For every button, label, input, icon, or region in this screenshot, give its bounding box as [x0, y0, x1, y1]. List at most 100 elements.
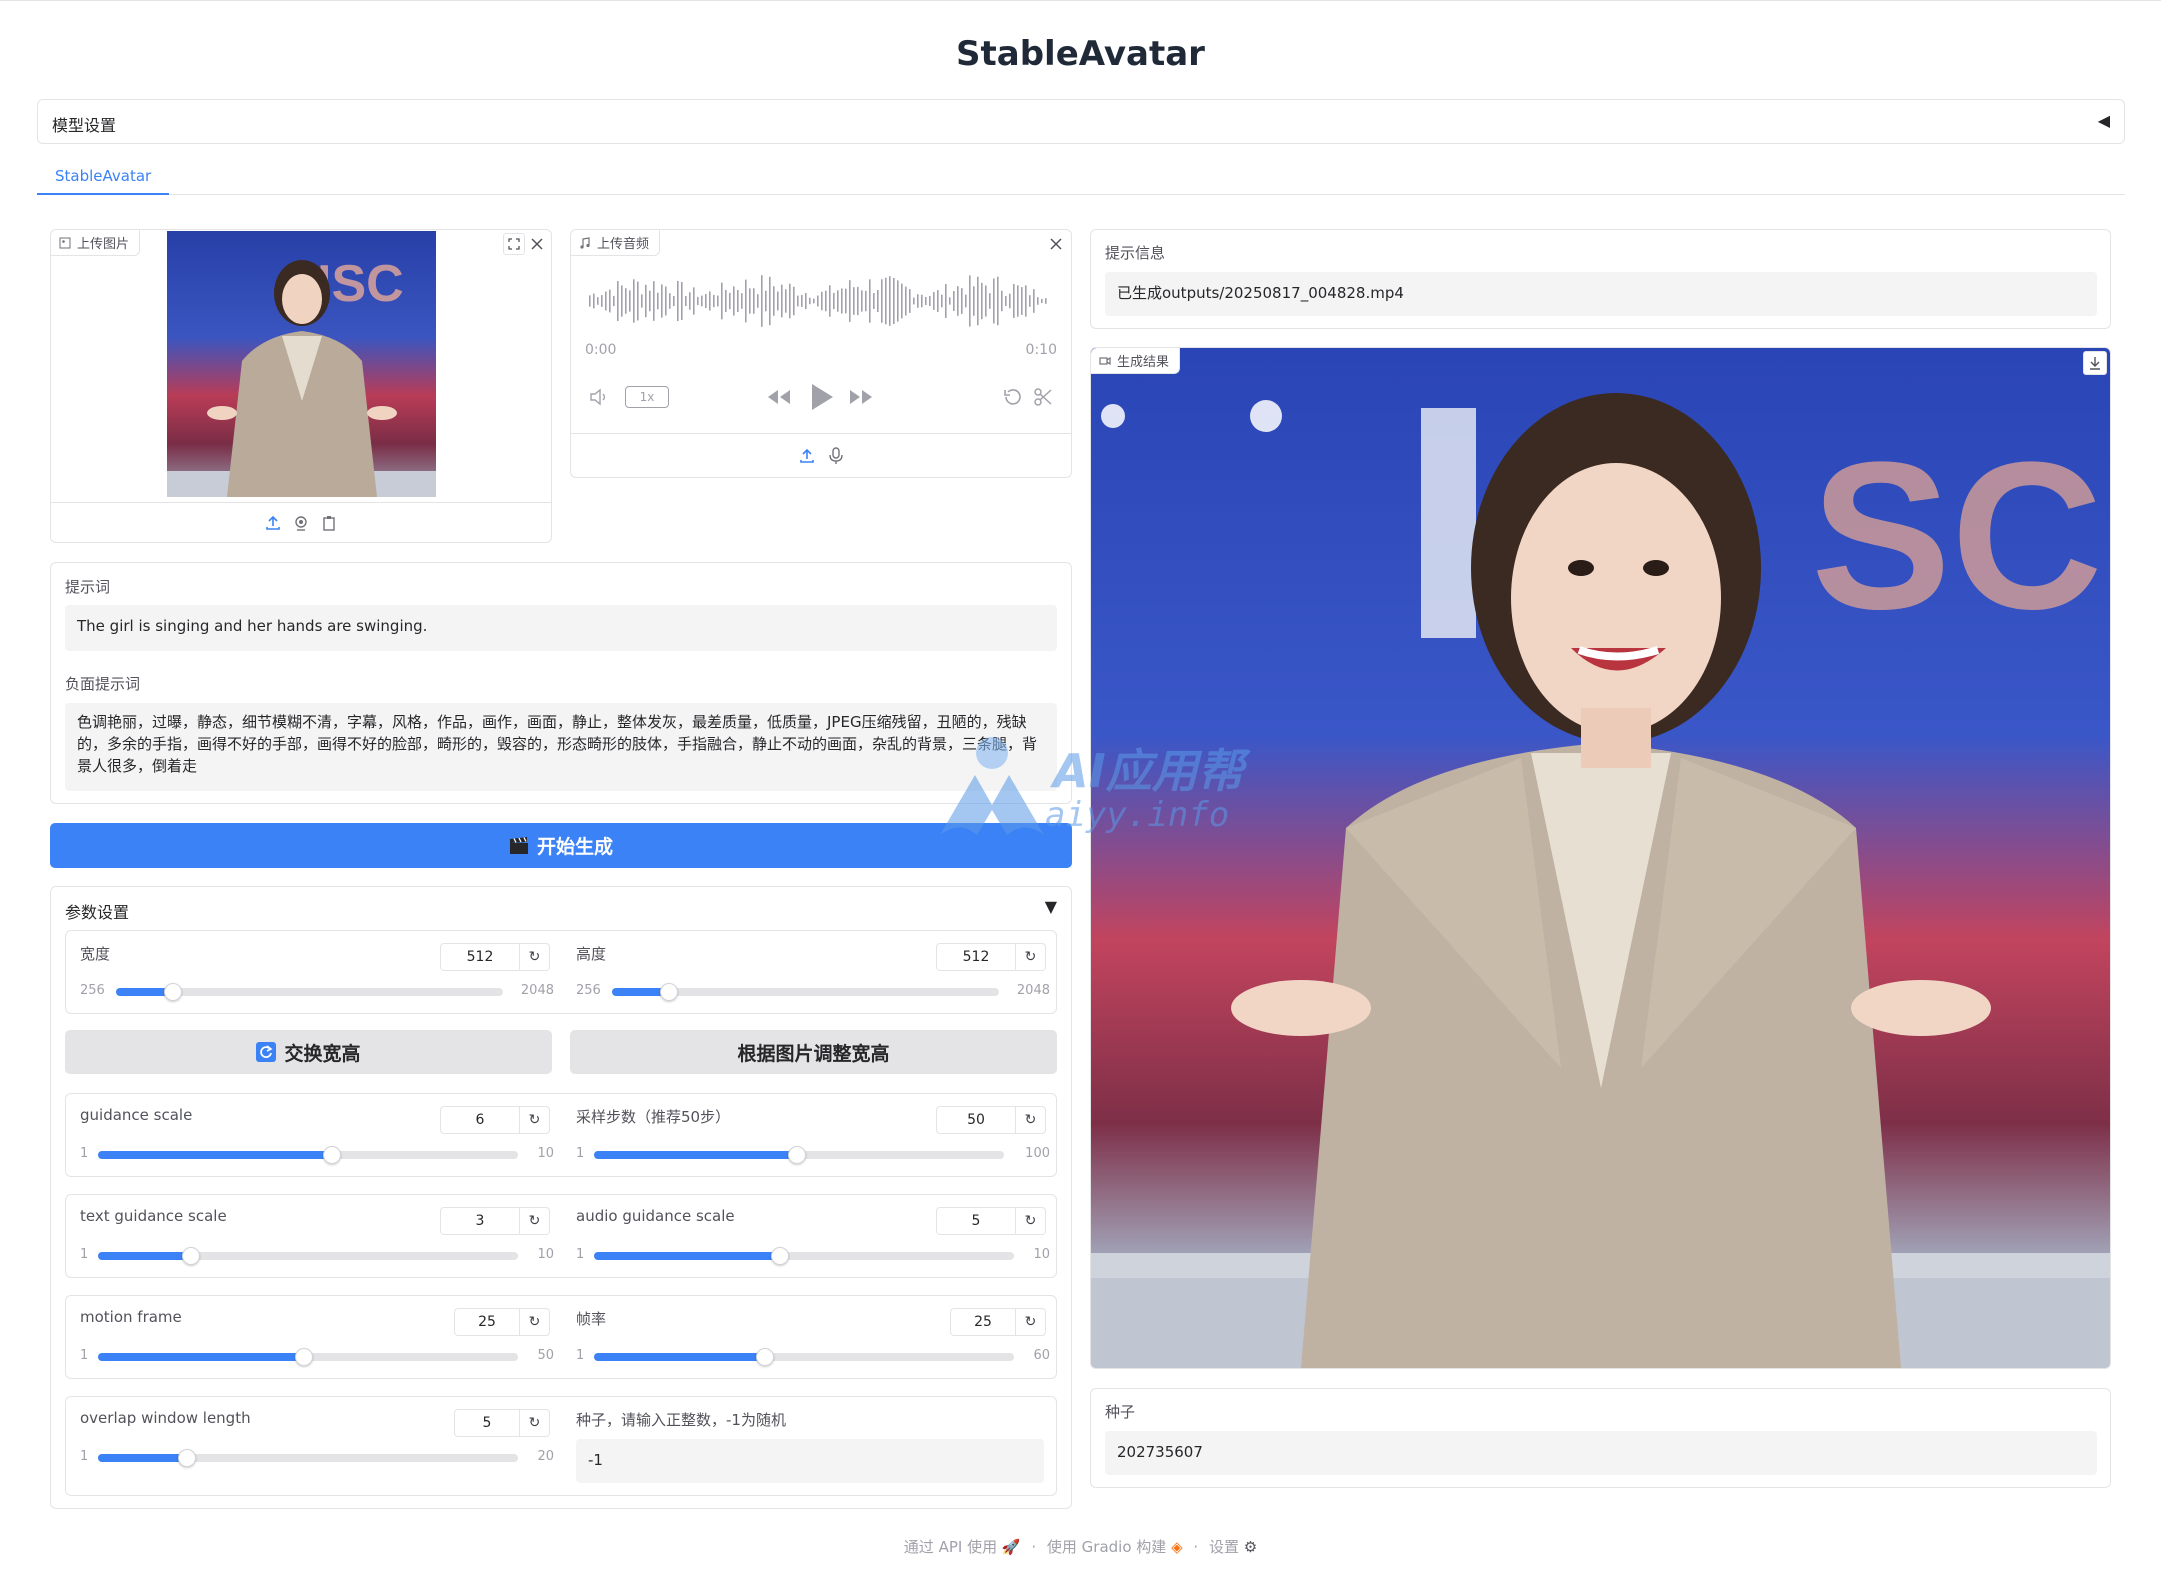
- guidance-input[interactable]: 6 ↻: [440, 1106, 550, 1134]
- clipboard-icon[interactable]: [321, 515, 337, 531]
- watermark-line2: aiyy.info: [1045, 795, 1230, 835]
- microphone-icon[interactable]: [829, 446, 843, 465]
- text-guidance-min: 1: [80, 1247, 89, 1262]
- download-icon[interactable]: [2083, 351, 2107, 375]
- clapper-board-icon: [509, 836, 529, 855]
- waveform-bar: [973, 286, 975, 316]
- footer-gradio-link[interactable]: 使用 Gradio 构建: [1047, 1538, 1166, 1556]
- waveform-bar: [609, 289, 611, 313]
- text-guidance-value: 3: [475, 1213, 485, 1229]
- waveform-bar: [881, 279, 883, 323]
- seed-output-textbox[interactable]: 202735607: [1105, 1431, 2097, 1475]
- motion-frame-label: motion frame: [80, 1308, 182, 1326]
- audio-guidance-slider[interactable]: [594, 1247, 1014, 1265]
- reset-icon[interactable]: [1003, 387, 1023, 407]
- waveform-bar: [733, 286, 735, 316]
- guidance-label: guidance scale: [80, 1106, 193, 1124]
- guidance-value: 6: [475, 1112, 485, 1128]
- footer-api-link[interactable]: 通过 API 使用: [904, 1538, 997, 1556]
- expand-icon[interactable]: ▼: [1045, 897, 1057, 916]
- width-input[interactable]: 512 ↻: [440, 943, 550, 971]
- reset-icon[interactable]: ↻: [1015, 1107, 1045, 1133]
- audio-waveform[interactable]: [585, 266, 1055, 336]
- footer-settings-link[interactable]: 设置: [1209, 1538, 1239, 1556]
- prompt-panel: 提示词 The girl is singing and her hands ar…: [50, 562, 1072, 804]
- motion-frame-input[interactable]: 25 ↻: [454, 1308, 550, 1336]
- fps-input[interactable]: 25 ↻: [950, 1308, 1046, 1336]
- volume-icon[interactable]: [589, 388, 611, 406]
- prompt-textarea[interactable]: The girl is singing and her hands are sw…: [65, 605, 1057, 651]
- waveform-bar: [989, 293, 991, 309]
- width-slider[interactable]: [116, 983, 503, 1001]
- waveform-bar: [589, 295, 591, 307]
- waveform-bar: [685, 296, 687, 306]
- text-guidance-input[interactable]: 3 ↻: [440, 1207, 550, 1235]
- collapse-icon[interactable]: ◀: [2098, 111, 2110, 130]
- swap-size-button[interactable]: 交换宽高: [65, 1030, 552, 1074]
- seed-label: 种子，请输入正整数，-1为随机: [576, 1411, 786, 1429]
- fps-label: 帧率: [576, 1310, 607, 1328]
- fast-forward-icon[interactable]: [849, 388, 875, 406]
- audio-controls: 1x: [571, 380, 1071, 416]
- overlap-input[interactable]: 5 ↻: [454, 1409, 550, 1437]
- upload-icon[interactable]: [265, 515, 281, 531]
- waveform-bar: [721, 282, 723, 320]
- rewind-icon[interactable]: [765, 388, 791, 406]
- audio-upload-panel: 上传音频 0:00 0:10 1x: [570, 229, 1072, 478]
- motion-frame-slider[interactable]: [98, 1348, 518, 1366]
- reset-icon[interactable]: ↻: [1015, 1309, 1045, 1335]
- reset-icon[interactable]: ↻: [519, 944, 549, 970]
- tab-stableavatar[interactable]: StableAvatar: [37, 160, 170, 195]
- trim-icon[interactable]: [1033, 387, 1053, 407]
- waveform-bar: [1005, 296, 1007, 306]
- footer-sep: ·: [1193, 1538, 1199, 1556]
- negative-prompt-textarea[interactable]: 色调艳丽，过曝，静态，细节模糊不清，字幕，风格，作品，画作，画面，静止，整体发灰…: [65, 703, 1057, 791]
- waveform-bar: [661, 284, 663, 318]
- reset-icon[interactable]: ↻: [519, 1107, 549, 1133]
- waveform-bar: [593, 293, 595, 309]
- playback-speed-button[interactable]: 1x: [625, 386, 669, 408]
- generate-button[interactable]: 开始生成: [50, 823, 1072, 868]
- guidance-slider[interactable]: [98, 1146, 518, 1164]
- output-video[interactable]: SC: [1091, 348, 2110, 1368]
- waveform-bar: [641, 294, 643, 308]
- reset-icon[interactable]: ↻: [519, 1309, 549, 1335]
- audio-guidance-input[interactable]: 5 ↻: [936, 1207, 1046, 1235]
- fit-size-button[interactable]: 根据图片调整宽高: [570, 1030, 1057, 1074]
- waveform-bar: [753, 288, 755, 314]
- model-settings-accordion[interactable]: 模型设置 ◀: [37, 99, 2125, 144]
- reset-icon[interactable]: ↻: [1015, 944, 1045, 970]
- params-panel: 参数设置 ▼ 宽度 512 ↻ 256 2048 高度 512 ↻ 256 2048…: [50, 886, 1072, 1509]
- close-icon[interactable]: [1045, 233, 1067, 255]
- height-input[interactable]: 512 ↻: [936, 943, 1046, 971]
- steps-input[interactable]: 50 ↻: [936, 1106, 1046, 1134]
- waveform-bar: [713, 294, 715, 308]
- waveform-bar: [673, 295, 675, 307]
- waveform-bar: [637, 281, 639, 321]
- audio-label: 上传音频: [597, 237, 650, 252]
- upload-icon[interactable]: [799, 448, 815, 464]
- text-guidance-slider[interactable]: [98, 1247, 518, 1265]
- height-slider[interactable]: [612, 983, 999, 1001]
- steps-slider[interactable]: [594, 1146, 1004, 1164]
- webcam-icon[interactable]: [293, 515, 309, 531]
- fullscreen-icon[interactable]: [503, 233, 525, 255]
- waveform-bar: [717, 295, 719, 307]
- waveform-bar: [785, 289, 787, 313]
- play-icon[interactable]: [809, 382, 835, 412]
- seed-input[interactable]: -1: [576, 1439, 1044, 1483]
- reset-icon[interactable]: ↻: [519, 1410, 549, 1436]
- close-icon[interactable]: [526, 233, 548, 255]
- info-textbox[interactable]: 已生成outputs/20250817_004828.mp4: [1105, 272, 2097, 316]
- watermark-line1: AI应用帮: [1053, 744, 1244, 798]
- reset-icon[interactable]: ↻: [1015, 1208, 1045, 1234]
- fps-slider[interactable]: [594, 1348, 1014, 1366]
- uploaded-image[interactable]: ISC: [167, 231, 436, 497]
- overlap-slider[interactable]: [98, 1449, 518, 1467]
- seed-output-panel: 种子 202735607: [1090, 1388, 2111, 1488]
- params-header[interactable]: 参数设置 ▼: [51, 887, 1071, 927]
- reset-icon[interactable]: ↻: [519, 1208, 549, 1234]
- params-label: 参数设置: [65, 903, 130, 922]
- waveform-bar: [977, 276, 979, 326]
- seed-block: 种子，请输入正整数，-1为随机 -1: [562, 1397, 1058, 1497]
